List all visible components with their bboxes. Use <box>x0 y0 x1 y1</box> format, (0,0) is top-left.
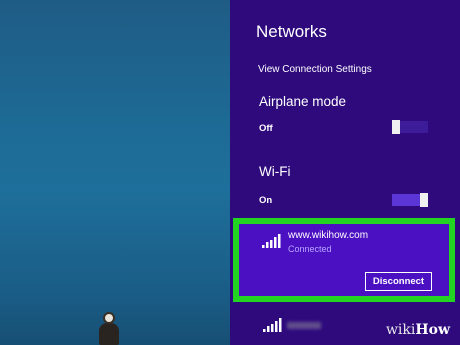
airplane-mode-toggle[interactable] <box>392 120 428 134</box>
desktop-background <box>0 0 230 345</box>
network-name: www.wikihow.com <box>288 230 369 241</box>
person-figure <box>98 312 120 345</box>
other-network-item[interactable] <box>263 318 323 334</box>
panel-title: Networks <box>256 22 327 41</box>
watermark-how: How <box>415 322 450 338</box>
network-status: Connected <box>288 244 332 254</box>
toggle-thumb <box>420 193 428 207</box>
toggle-thumb <box>392 120 400 134</box>
wifi-signal-icon <box>263 318 282 332</box>
watermark-wiki: wiki <box>385 322 416 338</box>
disconnect-button[interactable]: Disconnect <box>365 272 432 291</box>
connected-network-item[interactable]: www.wikihow.com Connected Disconnect <box>233 218 455 302</box>
person-head <box>103 312 115 324</box>
toggle-fill <box>392 194 420 206</box>
airplane-mode-state: Off <box>259 123 273 134</box>
blurred-network-name <box>287 322 321 329</box>
airplane-mode-label: Airplane mode <box>259 94 347 109</box>
wifi-state: On <box>259 195 273 206</box>
networks-panel: Networks View Connection Settings Airpla… <box>230 0 460 345</box>
person-body <box>99 323 119 345</box>
view-connection-settings-link[interactable]: View Connection Settings <box>258 64 372 75</box>
wikihow-watermark: wiki How <box>382 319 454 341</box>
wifi-signal-icon <box>262 234 281 248</box>
wifi-label: Wi-Fi <box>259 164 291 179</box>
wifi-toggle[interactable] <box>392 193 428 207</box>
